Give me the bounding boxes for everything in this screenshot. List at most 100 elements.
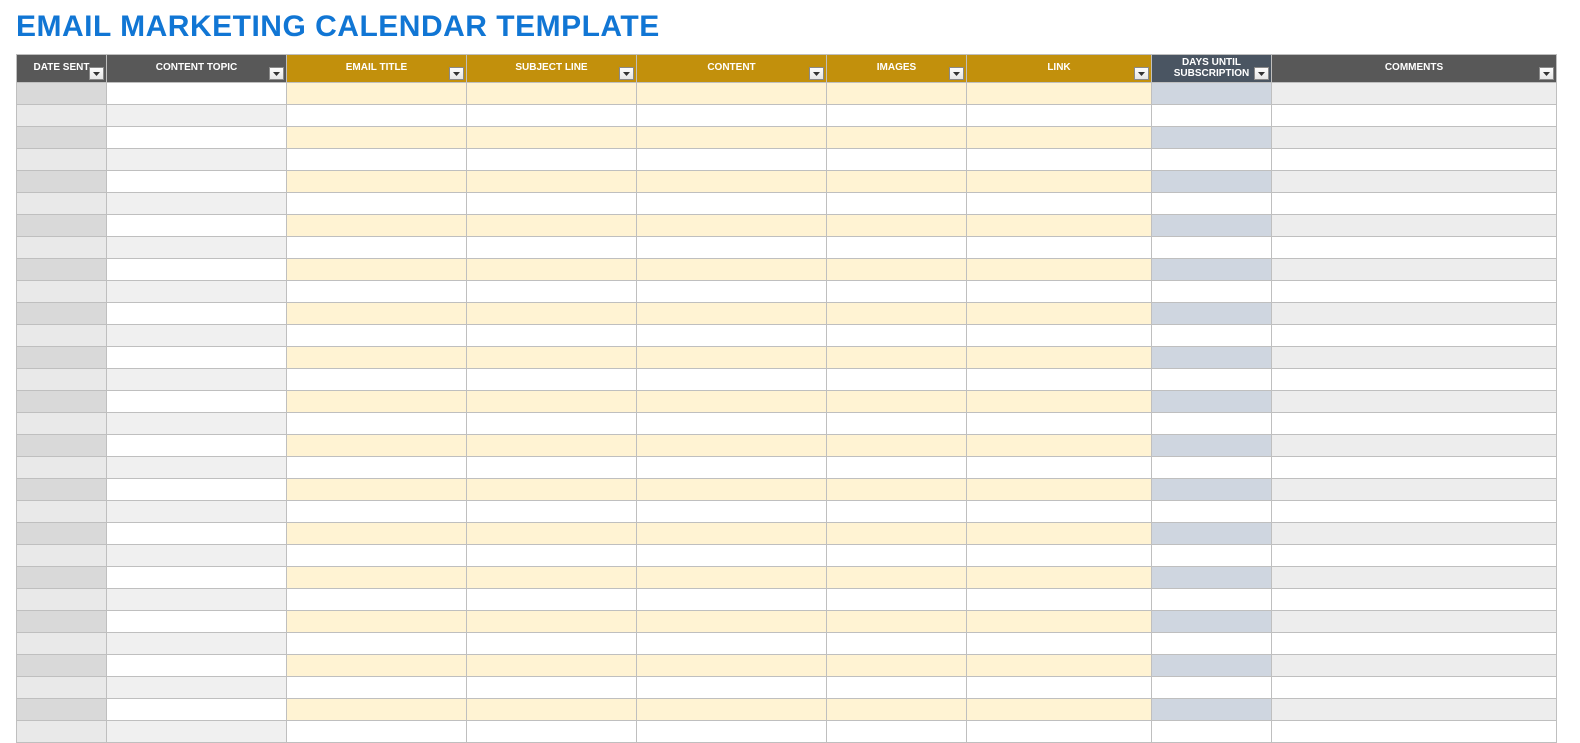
cell-date_sent[interactable] bbox=[17, 677, 107, 699]
cell-link[interactable] bbox=[967, 325, 1152, 347]
cell-subject_line[interactable] bbox=[467, 237, 637, 259]
cell-date_sent[interactable] bbox=[17, 303, 107, 325]
cell-subject_line[interactable] bbox=[467, 545, 637, 567]
cell-subject_line[interactable] bbox=[467, 413, 637, 435]
cell-content_topic[interactable] bbox=[107, 699, 287, 721]
cell-email_title[interactable] bbox=[287, 347, 467, 369]
cell-email_title[interactable] bbox=[287, 171, 467, 193]
cell-images[interactable] bbox=[827, 259, 967, 281]
cell-comments[interactable] bbox=[1272, 281, 1557, 303]
cell-email_title[interactable] bbox=[287, 611, 467, 633]
cell-subject_line[interactable] bbox=[467, 171, 637, 193]
cell-date_sent[interactable] bbox=[17, 215, 107, 237]
cell-images[interactable] bbox=[827, 545, 967, 567]
cell-subject_line[interactable] bbox=[467, 699, 637, 721]
cell-subject_line[interactable] bbox=[467, 105, 637, 127]
cell-content_topic[interactable] bbox=[107, 303, 287, 325]
cell-images[interactable] bbox=[827, 83, 967, 105]
cell-days_until_subscription[interactable] bbox=[1152, 215, 1272, 237]
cell-date_sent[interactable] bbox=[17, 655, 107, 677]
cell-days_until_subscription[interactable] bbox=[1152, 281, 1272, 303]
cell-content[interactable] bbox=[637, 413, 827, 435]
cell-days_until_subscription[interactable] bbox=[1152, 655, 1272, 677]
cell-content_topic[interactable] bbox=[107, 523, 287, 545]
cell-subject_line[interactable] bbox=[467, 325, 637, 347]
cell-content[interactable] bbox=[637, 611, 827, 633]
cell-images[interactable] bbox=[827, 303, 967, 325]
cell-images[interactable] bbox=[827, 699, 967, 721]
cell-subject_line[interactable] bbox=[467, 281, 637, 303]
cell-content_topic[interactable] bbox=[107, 435, 287, 457]
cell-content[interactable] bbox=[637, 589, 827, 611]
cell-email_title[interactable] bbox=[287, 655, 467, 677]
cell-subject_line[interactable] bbox=[467, 567, 637, 589]
cell-content_topic[interactable] bbox=[107, 149, 287, 171]
cell-email_title[interactable] bbox=[287, 413, 467, 435]
cell-link[interactable] bbox=[967, 391, 1152, 413]
cell-content_topic[interactable] bbox=[107, 369, 287, 391]
cell-email_title[interactable] bbox=[287, 501, 467, 523]
cell-images[interactable] bbox=[827, 501, 967, 523]
cell-subject_line[interactable] bbox=[467, 611, 637, 633]
cell-days_until_subscription[interactable] bbox=[1152, 589, 1272, 611]
cell-link[interactable] bbox=[967, 413, 1152, 435]
cell-email_title[interactable] bbox=[287, 303, 467, 325]
cell-email_title[interactable] bbox=[287, 721, 467, 743]
filter-dropdown-icon[interactable] bbox=[809, 67, 824, 80]
cell-content[interactable] bbox=[637, 479, 827, 501]
cell-content[interactable] bbox=[637, 369, 827, 391]
cell-content[interactable] bbox=[637, 171, 827, 193]
cell-date_sent[interactable] bbox=[17, 127, 107, 149]
cell-comments[interactable] bbox=[1272, 149, 1557, 171]
filter-dropdown-icon[interactable] bbox=[949, 67, 964, 80]
cell-subject_line[interactable] bbox=[467, 523, 637, 545]
cell-days_until_subscription[interactable] bbox=[1152, 435, 1272, 457]
cell-email_title[interactable] bbox=[287, 567, 467, 589]
cell-days_until_subscription[interactable] bbox=[1152, 83, 1272, 105]
cell-date_sent[interactable] bbox=[17, 501, 107, 523]
cell-content[interactable] bbox=[637, 325, 827, 347]
cell-comments[interactable] bbox=[1272, 589, 1557, 611]
cell-date_sent[interactable] bbox=[17, 567, 107, 589]
cell-content_topic[interactable] bbox=[107, 83, 287, 105]
cell-date_sent[interactable] bbox=[17, 369, 107, 391]
cell-content_topic[interactable] bbox=[107, 105, 287, 127]
cell-email_title[interactable] bbox=[287, 545, 467, 567]
cell-content[interactable] bbox=[637, 193, 827, 215]
cell-email_title[interactable] bbox=[287, 523, 467, 545]
cell-subject_line[interactable] bbox=[467, 193, 637, 215]
cell-comments[interactable] bbox=[1272, 435, 1557, 457]
cell-content[interactable] bbox=[637, 721, 827, 743]
cell-images[interactable] bbox=[827, 281, 967, 303]
cell-comments[interactable] bbox=[1272, 83, 1557, 105]
cell-email_title[interactable] bbox=[287, 699, 467, 721]
cell-content_topic[interactable] bbox=[107, 457, 287, 479]
cell-email_title[interactable] bbox=[287, 325, 467, 347]
cell-days_until_subscription[interactable] bbox=[1152, 721, 1272, 743]
cell-link[interactable] bbox=[967, 281, 1152, 303]
cell-content[interactable] bbox=[637, 655, 827, 677]
cell-comments[interactable] bbox=[1272, 677, 1557, 699]
cell-content[interactable] bbox=[637, 149, 827, 171]
cell-content[interactable] bbox=[637, 303, 827, 325]
cell-content_topic[interactable] bbox=[107, 237, 287, 259]
cell-days_until_subscription[interactable] bbox=[1152, 391, 1272, 413]
cell-images[interactable] bbox=[827, 193, 967, 215]
cell-link[interactable] bbox=[967, 721, 1152, 743]
cell-email_title[interactable] bbox=[287, 193, 467, 215]
cell-content[interactable] bbox=[637, 699, 827, 721]
cell-link[interactable] bbox=[967, 699, 1152, 721]
cell-link[interactable] bbox=[967, 347, 1152, 369]
cell-email_title[interactable] bbox=[287, 633, 467, 655]
cell-link[interactable] bbox=[967, 215, 1152, 237]
cell-subject_line[interactable] bbox=[467, 677, 637, 699]
cell-subject_line[interactable] bbox=[467, 347, 637, 369]
cell-email_title[interactable] bbox=[287, 259, 467, 281]
cell-comments[interactable] bbox=[1272, 655, 1557, 677]
filter-dropdown-icon[interactable] bbox=[1254, 67, 1269, 80]
cell-content[interactable] bbox=[637, 501, 827, 523]
cell-content_topic[interactable] bbox=[107, 501, 287, 523]
filter-dropdown-icon[interactable] bbox=[449, 67, 464, 80]
cell-date_sent[interactable] bbox=[17, 699, 107, 721]
cell-images[interactable] bbox=[827, 633, 967, 655]
